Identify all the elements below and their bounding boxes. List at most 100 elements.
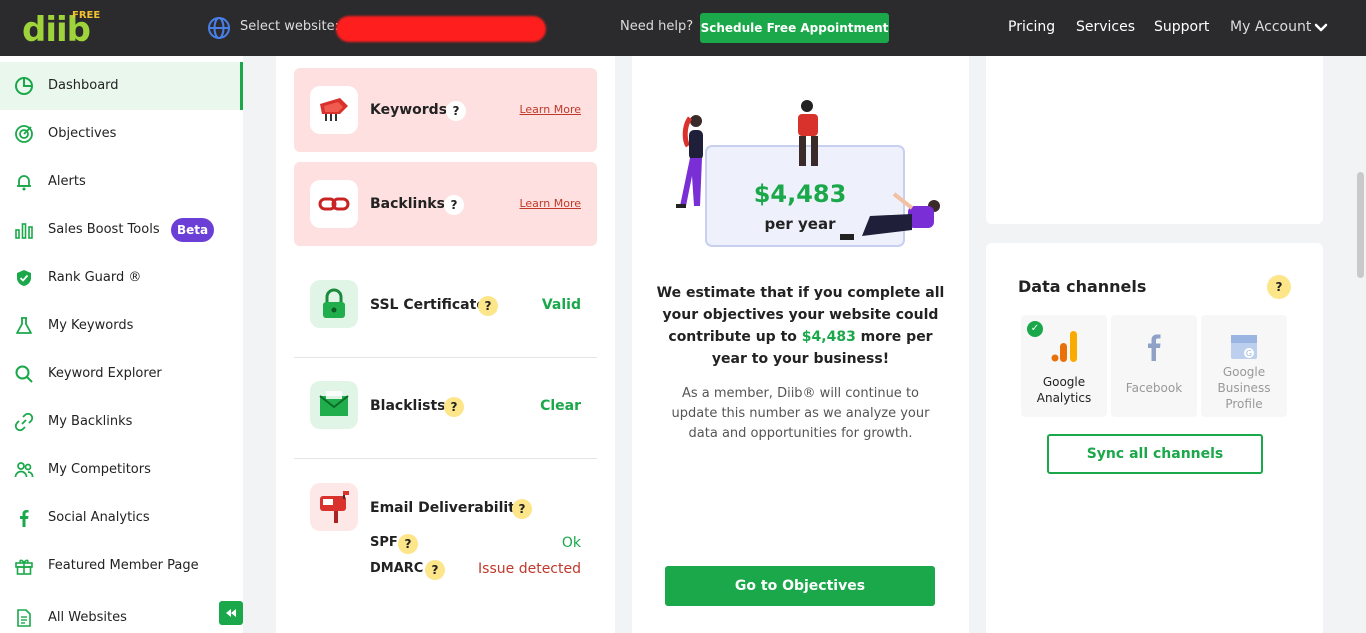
dmarc-label: DMARC xyxy=(370,561,424,576)
email-help-button[interactable]: ? xyxy=(512,499,532,519)
estimate-period: per year xyxy=(764,215,836,233)
search-icon xyxy=(15,365,33,383)
top-right-card xyxy=(986,56,1323,224)
spf-label: SPF xyxy=(370,535,398,550)
ssl-certificate-row: SSL Certificate ? Valid xyxy=(294,262,597,357)
double-chevron-left-icon xyxy=(226,609,236,617)
page-scrollbar[interactable] xyxy=(1355,56,1366,633)
data-channels-card: Data channels ? ✓ Google Analytics Faceb… xyxy=(986,243,1323,633)
sidebar-item-alerts[interactable]: Alerts xyxy=(0,158,243,206)
channel-label: Business xyxy=(1217,381,1271,395)
sidebar-item-sales-boost-tools[interactable]: Sales Boost Tools Beta xyxy=(0,206,243,254)
keywords-title: Keywords xyxy=(370,102,448,118)
blacklists-icon-box xyxy=(310,381,358,429)
sidebar-item-label: Keyword Explorer xyxy=(48,366,162,381)
revenue-estimate-panel: $4,483 per year We estimate that if you … xyxy=(632,56,969,633)
data-channels-title: Data channels xyxy=(1018,277,1147,296)
channel-label: Profile xyxy=(1225,397,1263,411)
dmarc-help-button[interactable]: ? xyxy=(425,560,445,580)
sidebar-item-label: Rank Guard ® xyxy=(48,270,142,285)
flask-icon xyxy=(16,317,32,334)
data-channels-help-button[interactable]: ? xyxy=(1267,275,1291,299)
blacklists-help-button[interactable]: ? xyxy=(444,397,464,417)
sidebar-item-my-competitors[interactable]: My Competitors xyxy=(0,446,243,494)
site-checks-panel: Keywords ? Learn More Backlinks ? Learn … xyxy=(276,56,615,633)
target-icon xyxy=(15,125,33,143)
member-note: As a member, Diib® will continue to upda… xyxy=(671,386,930,441)
dashboard-icon xyxy=(15,77,33,95)
spf-help-button[interactable]: ? xyxy=(398,534,418,554)
mailbox-icon xyxy=(320,491,349,523)
sidebar-item-dashboard[interactable]: Dashboard xyxy=(0,62,243,110)
chevron-down-icon[interactable] xyxy=(1313,20,1329,36)
diib-logo[interactable]: diib FREE xyxy=(22,8,102,50)
sidebar-item-rank-guard[interactable]: Rank Guard ® xyxy=(0,254,243,302)
link-icon xyxy=(14,412,34,432)
padlock-icon xyxy=(323,288,345,318)
sidebar-item-my-keywords[interactable]: My Keywords xyxy=(0,302,243,350)
envelope-icon xyxy=(319,391,349,416)
keyword-tag-icon xyxy=(320,98,348,121)
logo-free-badge: FREE xyxy=(72,10,101,21)
estimate-amount: $4,483 xyxy=(753,180,847,208)
blacklists-title: Blacklists xyxy=(370,398,446,414)
channel-label: Analytics xyxy=(1036,391,1092,405)
email-icon-box xyxy=(310,483,358,531)
sidebar-item-label: Alerts xyxy=(48,174,86,189)
sidebar-item-label: My Competitors xyxy=(48,462,151,477)
ssl-help-button[interactable]: ? xyxy=(478,296,498,316)
keywords-help-button[interactable]: ? xyxy=(446,101,466,121)
facebook-icon xyxy=(20,510,29,527)
sidebar-item-all-websites[interactable]: All Websites xyxy=(0,594,243,633)
nav-support[interactable]: Support xyxy=(1154,19,1209,35)
collapse-sidebar-button[interactable] xyxy=(219,601,243,625)
go-to-objectives-button[interactable]: Go to Objectives xyxy=(665,566,935,606)
channel-facebook[interactable]: Facebook xyxy=(1111,315,1197,417)
schedule-appointment-button[interactable]: Schedule Free Appointment xyxy=(700,13,889,43)
backlinks-card: Backlinks ? Learn More xyxy=(294,162,597,246)
email-title: Email Deliverability xyxy=(370,500,524,516)
keywords-learn-more-link[interactable]: Learn More xyxy=(519,103,581,116)
sidebar-item-label: Dashboard xyxy=(48,78,119,93)
sidebar-item-label: My Keywords xyxy=(48,318,134,333)
website-selector[interactable] xyxy=(336,16,546,42)
blacklists-row: Blacklists ? Clear xyxy=(294,358,597,458)
sidebar-item-my-backlinks[interactable]: My Backlinks xyxy=(0,398,243,446)
sidebar-item-featured-member-page[interactable]: Featured Member Page xyxy=(0,542,243,590)
nav-pricing[interactable]: Pricing xyxy=(1008,19,1055,35)
dmarc-status: Issue detected xyxy=(478,561,581,577)
ssl-status: Valid xyxy=(541,297,581,313)
document-icon xyxy=(17,609,31,627)
sidebar-item-label: Featured Member Page xyxy=(48,558,199,573)
sync-all-channels-button[interactable]: Sync all channels xyxy=(1047,434,1263,474)
channel-google-business-profile[interactable]: G Google Business Profile xyxy=(1201,315,1287,417)
backlinks-help-button[interactable]: ? xyxy=(444,195,464,215)
backlinks-title: Backlinks xyxy=(370,196,445,212)
keywords-card: Keywords ? Learn More xyxy=(294,68,597,152)
chain-link-icon xyxy=(318,197,350,211)
estimate-inline-amount: $4,483 xyxy=(801,329,856,345)
nav-services[interactable]: Services xyxy=(1076,19,1135,35)
google-analytics-icon xyxy=(1051,331,1077,362)
channel-google-analytics[interactable]: ✓ Google Analytics xyxy=(1021,315,1107,417)
sidebar-item-label: Sales Boost Tools xyxy=(48,222,160,237)
scrollbar-thumb[interactable] xyxy=(1357,172,1364,278)
backlinks-icon-box xyxy=(310,180,358,228)
sidebar-item-keyword-explorer[interactable]: Keyword Explorer xyxy=(0,350,243,398)
channel-label: Google xyxy=(1042,375,1086,389)
ssl-icon-box xyxy=(310,280,358,328)
sidebar-item-objectives[interactable]: Objectives xyxy=(0,110,243,158)
top-bar: diib FREE Select website: Need help? Sch… xyxy=(0,0,1366,56)
blacklists-status: Clear xyxy=(540,398,581,414)
gift-icon xyxy=(15,559,33,575)
backlinks-learn-more-link[interactable]: Learn More xyxy=(519,197,581,210)
globe-icon[interactable] xyxy=(207,16,231,40)
channel-label: Facebook xyxy=(1125,381,1183,395)
estimate-description: We estimate that if you complete all you… xyxy=(656,282,945,370)
sidebar-item-label: Objectives xyxy=(48,126,117,141)
google-business-profile-icon: G xyxy=(1231,335,1257,359)
sidebar-item-label: Social Analytics xyxy=(48,510,150,525)
nav-my-account[interactable]: My Account xyxy=(1230,19,1311,35)
sidebar-item-social-analytics[interactable]: Social Analytics xyxy=(0,494,243,542)
keywords-icon-box xyxy=(310,86,358,134)
